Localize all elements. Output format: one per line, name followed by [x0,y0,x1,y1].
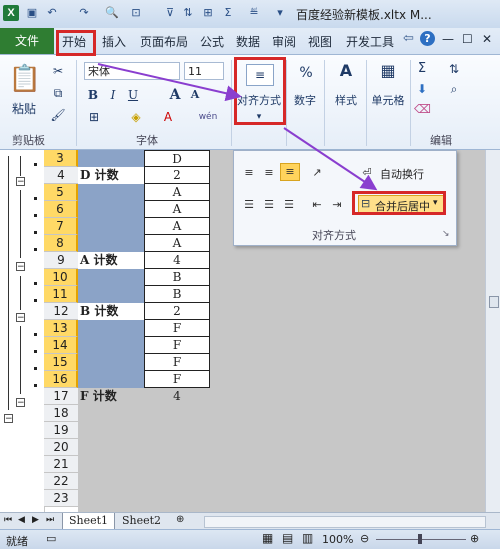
first-sheet-icon[interactable]: ⏮ [4,515,12,525]
zoom-in-icon[interactable]: ⊕ [470,532,479,545]
sheet-tabs-bar: ⏮ ◀ ▶ ⏭ Sheet1 Sheet2 ⊕ [0,512,500,530]
zoom-level[interactable]: 100% [322,533,353,546]
sheet-tab-sheet1[interactable]: Sheet1 [62,513,116,530]
normal-view-icon[interactable]: ▦ [262,531,273,545]
status-bar: 就绪 ▭ ▦ ▤ ▥ 100% ⊖ ⊕ [0,529,500,549]
page-layout-view-icon[interactable]: ▤ [282,531,293,545]
macro-record-icon[interactable]: ▭ [46,532,56,545]
sheet-tab-sheet2[interactable]: Sheet2 [122,514,161,527]
arrow-alignment-to-merge [283,127,378,191]
status-ready: 就绪 [6,535,28,548]
prev-sheet-icon[interactable]: ◀ [18,515,25,525]
horizontal-scrollbar[interactable] [204,516,486,528]
next-sheet-icon[interactable]: ▶ [32,515,39,525]
arrow-home-to-alignment [97,63,242,102]
last-sheet-icon[interactable]: ⏭ [46,515,54,525]
page-break-view-icon[interactable]: ▥ [302,531,313,545]
annotation-arrows [97,63,378,191]
zoom-out-icon[interactable]: ⊖ [360,532,369,545]
insert-sheet-icon[interactable]: ⊕ [176,514,184,525]
zoom-slider-thumb[interactable] [418,534,422,544]
